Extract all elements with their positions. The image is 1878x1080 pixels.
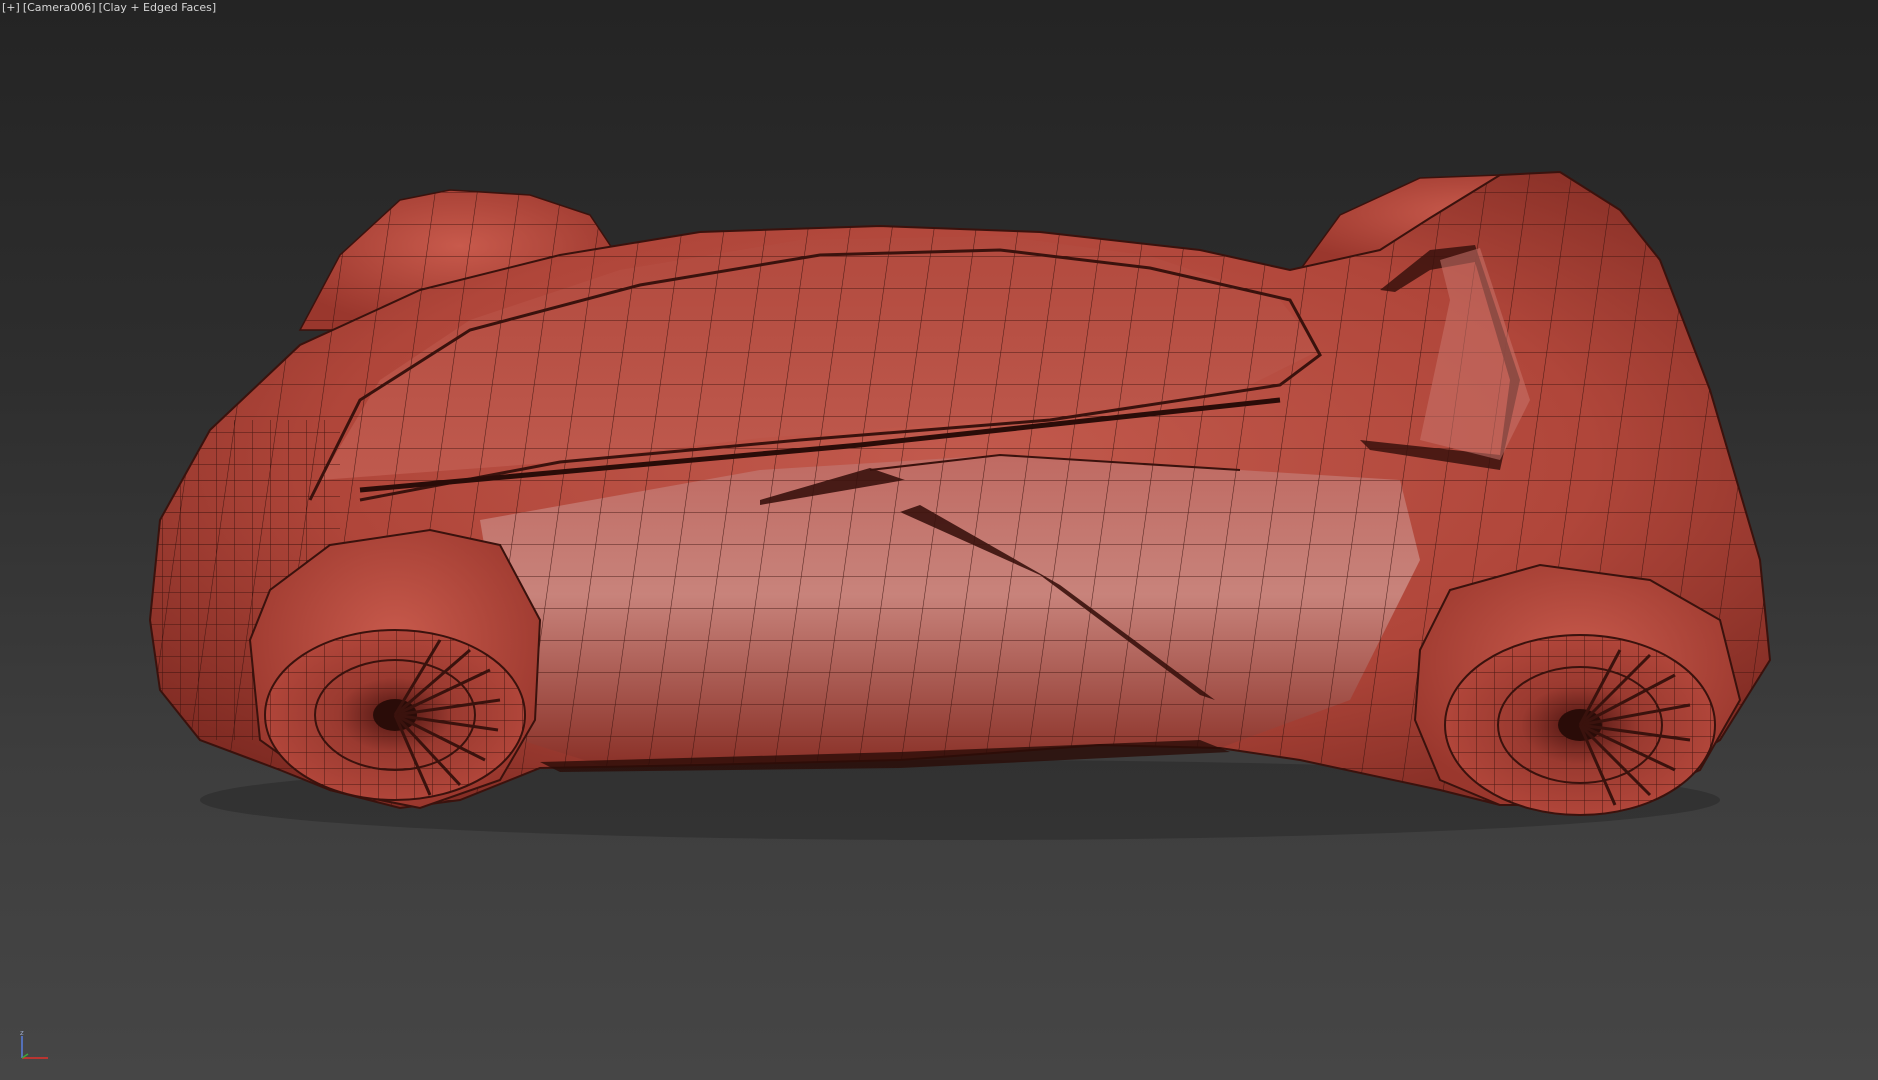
car-model-render[interactable] [0, 0, 1878, 1080]
viewport[interactable]: [+] [Camera006] [Clay + Edged Faces] z [0, 0, 1878, 1080]
axis-gizmo-icon: z [20, 1029, 48, 1059]
rear-wheel [264, 629, 526, 801]
z-axis-label: z [20, 1029, 24, 1037]
front-wheel [1444, 634, 1716, 816]
